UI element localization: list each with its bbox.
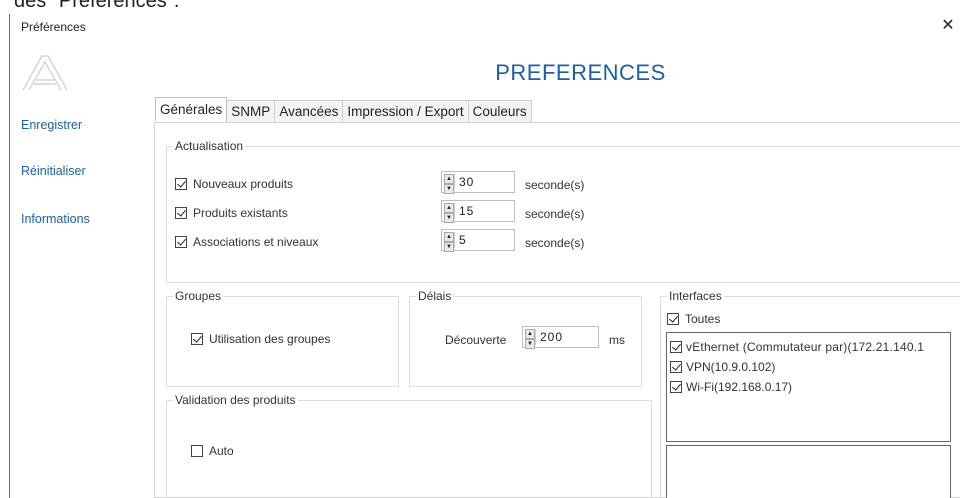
tab-couleurs[interactable]: Couleurs bbox=[467, 100, 532, 122]
reset-link[interactable]: Réinitialiser bbox=[21, 164, 86, 178]
interface-checkbox[interactable] bbox=[670, 361, 682, 373]
associations-checkbox[interactable] bbox=[175, 236, 187, 248]
associations-spinner[interactable]: ▲ ▼ 5 bbox=[441, 229, 515, 252]
auto-validation-label: Auto bbox=[209, 444, 234, 458]
validation-legend: Validation des produits bbox=[175, 393, 296, 407]
all-interfaces-row: Toutes bbox=[667, 312, 720, 326]
spin-up-icon[interactable]: ▲ bbox=[444, 174, 454, 184]
app-logo bbox=[22, 55, 68, 91]
existing-products-checkbox[interactable] bbox=[175, 207, 187, 219]
interface-label: Wi-Fi(192.168.0.17) bbox=[686, 380, 793, 394]
new-products-unit: seconde(s) bbox=[525, 178, 585, 192]
discovery-label: Découverte bbox=[445, 333, 507, 347]
save-link[interactable]: Enregistrer bbox=[21, 118, 82, 132]
spin-down-icon[interactable]: ▼ bbox=[444, 213, 454, 223]
window-title: Préférences bbox=[21, 20, 86, 34]
interface-details-box[interactable] bbox=[666, 445, 951, 498]
new-products-checkbox[interactable] bbox=[175, 178, 187, 190]
existing-products-label: Produits existants bbox=[193, 206, 288, 220]
auto-validation-checkbox[interactable] bbox=[191, 445, 203, 457]
interface-checkbox[interactable] bbox=[670, 341, 682, 353]
use-groups-checkbox[interactable] bbox=[191, 333, 203, 345]
use-groups-row: Utilisation des groupes bbox=[191, 332, 330, 346]
tab-panel-generales: Actualisation Nouveaux produits ▲ ▼ 30 s… bbox=[154, 122, 960, 498]
spin-up-icon[interactable]: ▲ bbox=[444, 232, 454, 242]
validation-group: Validation des produits bbox=[166, 393, 652, 498]
tab-impression-export[interactable]: Impression / Export bbox=[342, 100, 469, 122]
spin-up-icon[interactable]: ▲ bbox=[525, 329, 535, 339]
tab-avancees[interactable]: Avancées bbox=[274, 100, 344, 122]
spin-down-icon[interactable]: ▼ bbox=[444, 242, 454, 252]
associations-value[interactable]: 5 bbox=[456, 230, 467, 250]
new-products-label: Nouveaux produits bbox=[193, 177, 294, 191]
interfaces-list[interactable]: vEthernet (Commutateur par)(172.21.140.1… bbox=[666, 332, 951, 442]
interface-checkbox[interactable] bbox=[670, 381, 682, 393]
tab-generales[interactable]: Générales bbox=[155, 97, 228, 121]
list-item[interactable]: vEthernet (Commutateur par)(172.21.140.1 bbox=[670, 340, 924, 354]
caption-text: des "Préférences". bbox=[14, 0, 180, 12]
use-groups-label: Utilisation des groupes bbox=[209, 332, 331, 346]
existing-products-spinner[interactable]: ▲ ▼ 15 bbox=[441, 200, 515, 223]
interface-label: vEthernet (Commutateur par)(172.21.140.1 bbox=[686, 340, 925, 354]
close-icon[interactable]: ✕ bbox=[938, 16, 958, 36]
discovery-spinner[interactable]: ▲ ▼ 200 bbox=[522, 326, 599, 349]
spin-down-icon[interactable]: ▼ bbox=[444, 184, 454, 194]
all-interfaces-label: Toutes bbox=[685, 312, 721, 326]
spinner-buttons: ▲ ▼ bbox=[444, 203, 455, 223]
groupes-legend: Groupes bbox=[175, 289, 222, 303]
discovery-unit: ms bbox=[609, 333, 625, 347]
associations-label: Associations et niveaux bbox=[193, 235, 319, 249]
associations-unit: seconde(s) bbox=[525, 236, 585, 250]
spin-up-icon[interactable]: ▲ bbox=[444, 203, 454, 213]
spinner-buttons: ▲ ▼ bbox=[444, 232, 455, 252]
new-products-value[interactable]: 30 bbox=[456, 172, 474, 192]
discovery-value[interactable]: 200 bbox=[537, 327, 563, 347]
tab-snmp[interactable]: SNMP bbox=[226, 100, 276, 122]
caption-strip: des "Préférences". bbox=[0, 0, 960, 14]
interfaces-legend: Interfaces bbox=[669, 289, 722, 303]
refresh-existing-products-row: Produits existants bbox=[175, 206, 288, 220]
refresh-new-products-row: Nouveaux produits bbox=[175, 177, 293, 191]
existing-products-value[interactable]: 15 bbox=[456, 201, 474, 221]
title-bar: Préférences ✕ bbox=[10, 14, 960, 40]
information-link[interactable]: Informations bbox=[21, 212, 90, 226]
spinner-buttons: ▲ ▼ bbox=[444, 174, 455, 194]
page-title: PREFERENCES bbox=[495, 60, 666, 85]
tab-bar: Générales SNMP Avancées Impression / Exp… bbox=[155, 97, 532, 122]
actualisation-legend: Actualisation bbox=[175, 139, 244, 153]
existing-products-unit: seconde(s) bbox=[525, 207, 585, 221]
spinner-buttons: ▲ ▼ bbox=[525, 329, 536, 349]
delais-legend: Délais bbox=[418, 289, 452, 303]
auto-validation-row: Auto bbox=[191, 444, 234, 458]
preferences-window: Préférences ✕ Enregistrer Réinitialiser … bbox=[9, 14, 960, 498]
refresh-associations-row: Associations et niveaux bbox=[175, 235, 318, 249]
list-item[interactable]: VPN(10.9.0.102) bbox=[670, 360, 775, 374]
spin-down-icon[interactable]: ▼ bbox=[525, 339, 535, 349]
list-item[interactable]: Wi-Fi(192.168.0.17) bbox=[670, 380, 792, 394]
all-interfaces-checkbox[interactable] bbox=[667, 313, 679, 325]
new-products-spinner[interactable]: ▲ ▼ 30 bbox=[441, 171, 515, 194]
interface-label: VPN(10.9.0.102) bbox=[686, 360, 776, 374]
